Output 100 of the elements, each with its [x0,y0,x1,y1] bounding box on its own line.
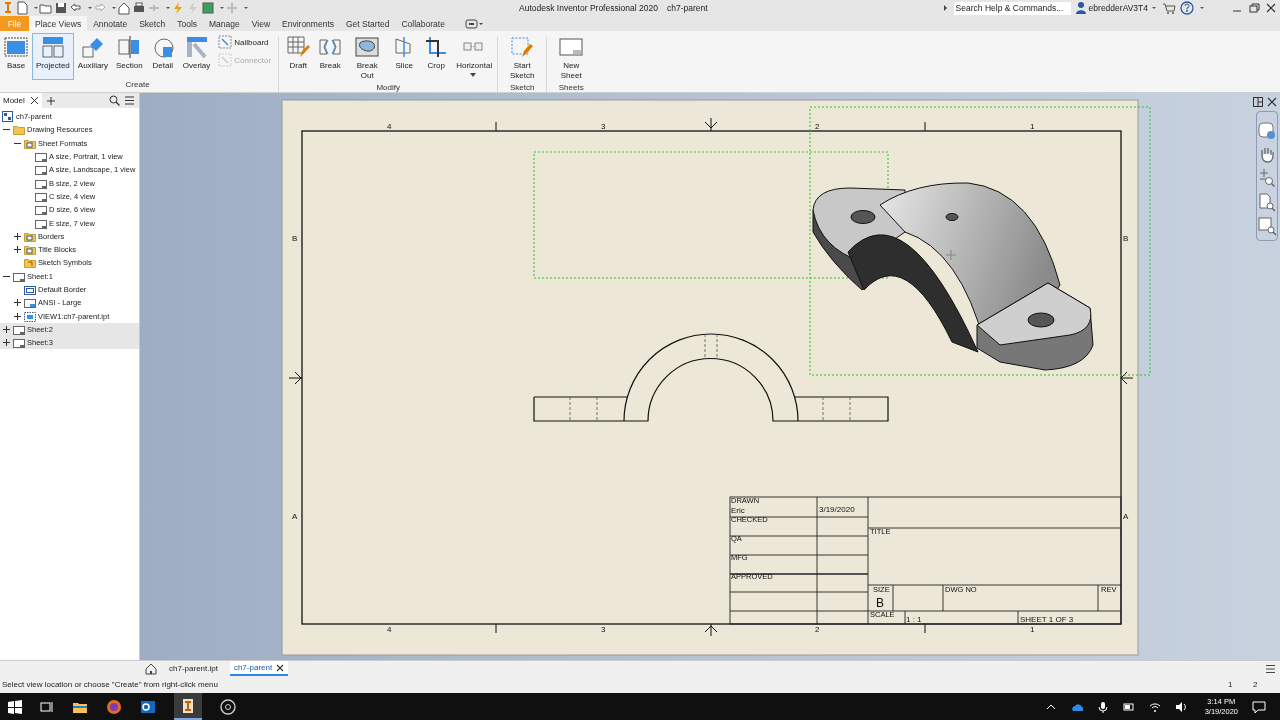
ribbon-tab[interactable]: Environments [276,16,340,31]
folder-icon [13,124,25,136]
expand-icon[interactable] [2,338,11,348]
panel-toggle-icon[interactable] [1253,97,1263,107]
ribbon-tab[interactable]: Collaborate [395,16,451,31]
ribbon-button[interactable]: Crop [420,33,453,83]
home-icon[interactable] [145,662,157,675]
zoom-window-icon[interactable] [1257,216,1277,236]
ribbon-button[interactable]: Overlay [178,33,215,80]
folder-icon [24,257,36,269]
zone-label: 1 [1030,625,1035,634]
ribbon-button[interactable]: New Sheet [550,33,593,83]
document-tab[interactable]: ch7-parent [229,661,289,676]
view-cube-icon[interactable] [1257,120,1277,140]
window-title: Autodesk Inventor Professional 2020 [519,3,658,13]
color-swatch-icon[interactable] [201,1,215,15]
expand-icon[interactable] [13,311,22,321]
zone-label: 4 [387,122,392,131]
ribbon-button[interactable]: Break Out [346,33,389,83]
ribbon-button[interactable]: Slice [388,33,421,83]
ribbon-button[interactable]: Draft [282,33,315,83]
sheet-icon [35,151,47,163]
task-view-icon[interactable] [40,699,54,714]
sheet-icon [13,337,25,349]
zone-label: 3 [601,122,606,131]
help-icon[interactable] [1180,1,1194,15]
zone-label: 1 [1030,122,1035,131]
zone-label: 3 [601,625,606,634]
recorder-icon[interactable] [220,698,236,715]
ribbon-button[interactable]: Nailboard [218,35,272,49]
ribbon-button[interactable]: Break [314,33,347,83]
connector-icon [218,53,233,67]
menu-icon[interactable] [124,95,135,106]
browser-icon[interactable] [106,698,122,715]
plus-icon[interactable] [45,95,56,106]
menu-icon[interactable] [1265,663,1276,674]
ribbon-tab[interactable]: Place Views [29,16,88,31]
notification-icon[interactable] [1252,699,1266,714]
search-field[interactable]: Search Help & Commands... [953,1,1071,15]
ribbon-tab[interactable]: View [245,16,277,31]
mail-icon[interactable] [140,698,156,715]
ribbon-button[interactable]: Start Sketch [501,33,544,83]
ribbon-tab[interactable]: Tools [171,16,204,31]
drafter-name: Eric [731,506,745,515]
sketch-pencil-icon [510,35,535,59]
zoom-page-icon[interactable] [1257,192,1277,212]
ribbon-tab[interactable]: Manage [203,16,246,31]
sheet-icon [13,323,25,335]
ribbon-tab[interactable]: Get Started [340,16,396,31]
document-name: ch7-parent [666,3,708,13]
volume-icon[interactable] [1174,700,1187,713]
close-icon[interactable] [276,663,285,672]
ribbon-button[interactable]: Horizontal [452,33,495,83]
zone-label: B [1123,234,1129,243]
expand-icon[interactable] [2,324,11,334]
panel-label: Sketch [508,83,536,92]
panel-display-icon[interactable] [464,17,483,30]
zone-label: 2 [815,625,820,634]
search-icon[interactable] [109,95,120,106]
microphone-icon[interactable] [1096,700,1109,713]
cart-icon[interactable] [1162,1,1176,15]
expand-icon[interactable] [13,298,22,308]
ribbon-tab[interactable]: Sketch [133,16,172,31]
zoom-icon[interactable] [1257,168,1277,188]
section-view-icon [117,35,142,59]
print-icon[interactable] [132,1,146,15]
zone-label: B [292,234,298,243]
ribbon-button[interactable]: Detail [146,33,179,80]
close-icon[interactable] [29,96,39,105]
browser-tab[interactable]: Model [0,93,42,108]
ribbon-button[interactable]: Base [0,33,32,80]
user-icon[interactable] [1074,1,1087,15]
ribbon-button[interactable]: Projected [32,33,74,80]
close-icon[interactable] [1267,97,1277,107]
panel-label: Create [124,80,151,91]
document-tab[interactable]: ch7-parent.ipt [165,661,222,676]
folder-icon [24,244,36,256]
folder-icon [24,137,36,149]
expand-icon[interactable] [13,245,22,255]
overlay-view-icon [184,35,209,59]
ribbon-button[interactable]: Section [112,33,147,80]
zone-label: A [1123,512,1129,521]
save-icon[interactable] [54,1,68,15]
close-icon[interactable] [1264,1,1278,15]
blank-sheet-icon [559,35,584,59]
view-icon [24,310,36,322]
ribbon-button[interactable]: Auxiliary [73,33,113,80]
restore-icon[interactable] [1247,1,1261,15]
nailboard-icon [218,35,233,49]
status-count: 1 [1228,680,1234,689]
taskbar-item-active[interactable] [174,693,202,720]
sheet-icon [35,190,47,202]
sheet-icon [35,217,47,229]
windows-start-icon[interactable] [8,699,22,714]
user-name[interactable]: ebredderAV3T4 [1088,3,1148,13]
battery-icon[interactable] [1122,700,1135,713]
expand-icon[interactable] [13,231,22,241]
wifi-icon[interactable] [1148,700,1161,713]
sheet-number: SHEET 1 OF 3 [1020,615,1074,624]
ribbon-tab[interactable]: Annotate [87,16,134,31]
